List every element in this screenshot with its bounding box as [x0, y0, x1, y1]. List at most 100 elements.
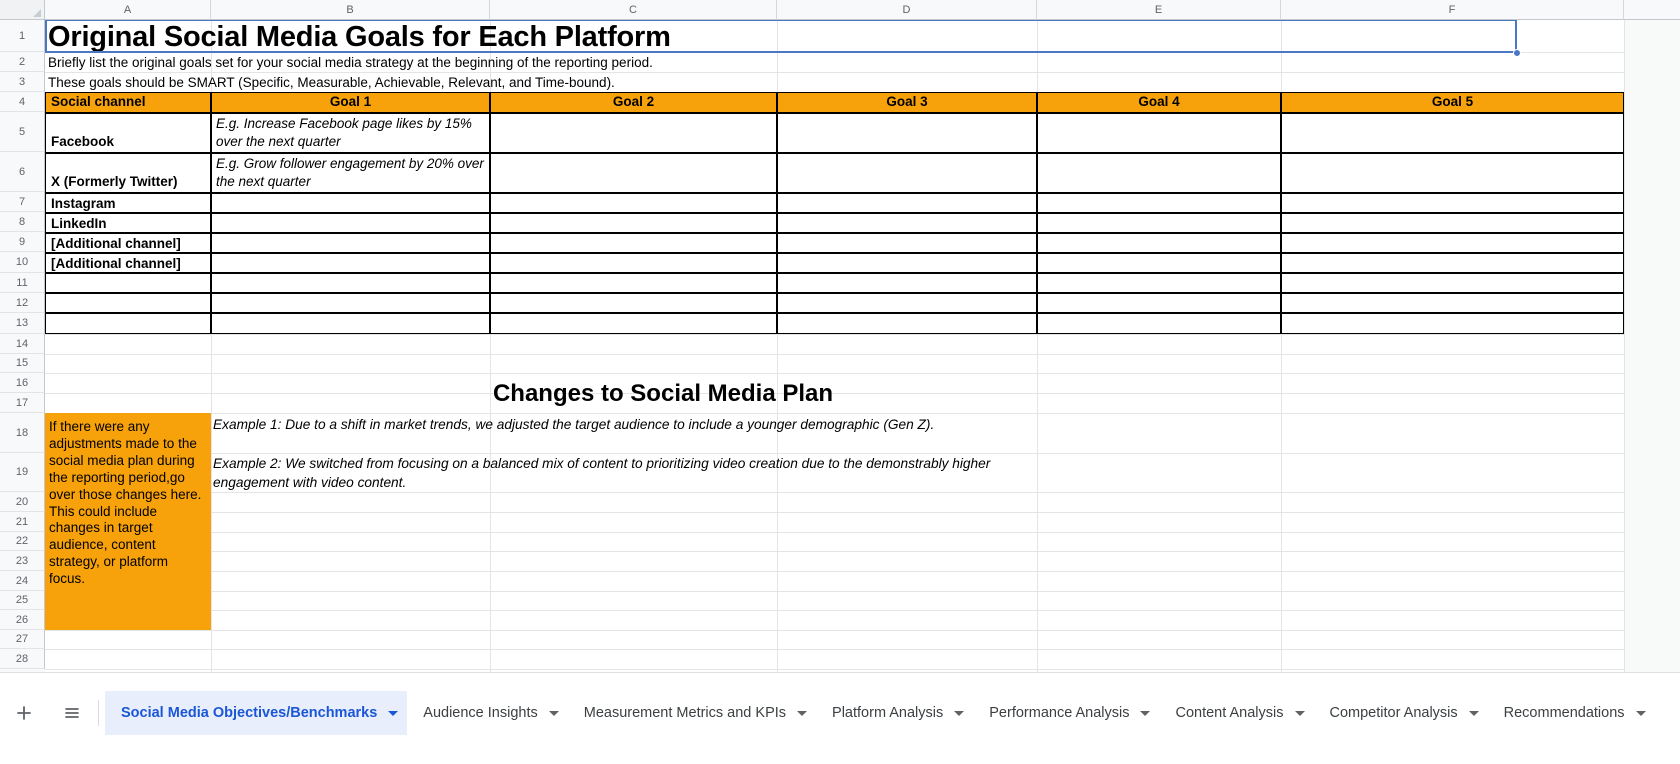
spreadsheet-grid[interactable]: A B C D E F 1 2 3 4 5 6 7 8 9 10 11 12 13 14 15 16 17 18 1… — [0, 0, 1680, 672]
row-header-7[interactable]: 7 — [0, 192, 45, 212]
column-header-c[interactable]: C — [490, 0, 777, 20]
goal-cell-blank-r11-c5[interactable] — [1281, 273, 1624, 293]
row-header-3[interactable]: 3 — [0, 72, 45, 92]
goal-cell-additional1-goal3[interactable] — [777, 233, 1037, 253]
selection-fill-handle[interactable] — [1513, 49, 1521, 57]
goal-cell-additional2-goal2[interactable] — [490, 253, 777, 273]
chevron-down-icon[interactable] — [797, 710, 808, 716]
goal-cell-additional1-goal1[interactable] — [211, 233, 490, 253]
table-row[interactable]: Facebook — [45, 113, 211, 153]
section2-sidenote[interactable]: If there were any adjustments made to th… — [45, 413, 211, 630]
row-header-12[interactable]: 12 — [0, 293, 45, 313]
row-header-6[interactable]: 6 — [0, 152, 45, 192]
goal-cell-instagram-goal1[interactable] — [211, 193, 490, 213]
goal-cell-blank-r12-c2[interactable] — [490, 293, 777, 313]
row-header-5[interactable]: 5 — [0, 112, 45, 152]
row-header-10[interactable]: 10 — [0, 252, 45, 273]
goal-cell-additional2-goal1[interactable] — [211, 253, 490, 273]
goal-cell-blank-r11-c3[interactable] — [777, 273, 1037, 293]
row-header-17[interactable]: 17 — [0, 393, 45, 413]
goal-cell-blank-r12-c1[interactable] — [211, 293, 490, 313]
goal-cell-x-goal1[interactable]: E.g. Grow follower engagement by 20% ove… — [211, 153, 490, 193]
all-sheets-button[interactable] — [48, 691, 96, 735]
row-header-14[interactable]: 14 — [0, 334, 45, 354]
table-header-goal-5[interactable]: Goal 5 — [1281, 92, 1624, 113]
row-header-28[interactable]: 28 — [0, 649, 45, 669]
goal-cell-blank-r12-c4[interactable] — [1037, 293, 1281, 313]
goal-cell-x-goal2[interactable] — [490, 153, 777, 193]
goal-cell-blank-r12-c5[interactable] — [1281, 293, 1624, 313]
table-row[interactable]: Instagram — [45, 193, 211, 213]
chevron-down-icon[interactable] — [548, 710, 559, 716]
table-header-goal-4[interactable]: Goal 4 — [1037, 92, 1281, 113]
column-header-f[interactable]: F — [1281, 0, 1624, 20]
sheet-tab-8[interactable]: Recommendations — [1488, 691, 1655, 735]
goal-cell-blank-r13-c5[interactable] — [1281, 313, 1624, 334]
goal-cell-blank-r13-c2[interactable] — [490, 313, 777, 334]
table-header-goal-1[interactable]: Goal 1 — [211, 92, 490, 113]
goal-cell-additional1-goal2[interactable] — [490, 233, 777, 253]
section1-description-line2[interactable]: These goals should be SMART (Specific, M… — [48, 74, 615, 91]
goal-cell-instagram-goal2[interactable] — [490, 193, 777, 213]
goal-cell-facebook-goal3[interactable] — [777, 113, 1037, 153]
row-header-24[interactable]: 24 — [0, 571, 45, 591]
sheet-tab-6[interactable]: Content Analysis — [1159, 691, 1313, 735]
goal-cell-facebook-goal2[interactable] — [490, 113, 777, 153]
table-row[interactable] — [45, 293, 211, 313]
sheet-tab-7[interactable]: Competitor Analysis — [1314, 691, 1488, 735]
goal-cell-facebook-goal1[interactable]: E.g. Increase Facebook page likes by 15%… — [211, 113, 490, 153]
row-header-19[interactable]: 19 — [0, 453, 45, 492]
goal-cell-x-goal5[interactable] — [1281, 153, 1624, 193]
goal-cell-linkedin-goal2[interactable] — [490, 213, 777, 233]
goal-cell-blank-r11-c1[interactable] — [211, 273, 490, 293]
chevron-down-icon[interactable] — [1635, 710, 1646, 716]
chevron-down-icon[interactable] — [1140, 710, 1151, 716]
chevron-down-icon[interactable] — [1468, 710, 1479, 716]
row-header-2[interactable]: 2 — [0, 52, 45, 72]
goal-cell-blank-r11-c4[interactable] — [1037, 273, 1281, 293]
row-header-13[interactable]: 13 — [0, 313, 45, 334]
goal-cell-facebook-goal5[interactable] — [1281, 113, 1624, 153]
section2-title[interactable]: Changes to Social Media Plan — [45, 373, 1281, 413]
goal-cell-additional1-goal5[interactable] — [1281, 233, 1624, 253]
add-sheet-button[interactable] — [0, 691, 48, 735]
row-header-22[interactable]: 22 — [0, 532, 45, 551]
goal-cell-instagram-goal5[interactable] — [1281, 193, 1624, 213]
section2-example-2[interactable]: Example 2: We switched from focusing on … — [213, 455, 1023, 492]
sheet-tab-2[interactable]: Audience Insights — [407, 691, 567, 735]
row-header-9[interactable]: 9 — [0, 232, 45, 252]
goal-cell-additional2-goal5[interactable] — [1281, 253, 1624, 273]
row-header-21[interactable]: 21 — [0, 512, 45, 532]
table-row[interactable] — [45, 273, 211, 293]
goal-cell-additional1-goal4[interactable] — [1037, 233, 1281, 253]
row-header-18[interactable]: 18 — [0, 413, 45, 453]
chevron-down-icon[interactable] — [388, 710, 399, 716]
table-row[interactable] — [45, 313, 211, 334]
row-header-26[interactable]: 26 — [0, 610, 45, 630]
table-row[interactable]: [Additional channel] — [45, 253, 211, 273]
table-row[interactable]: LinkedIn — [45, 213, 211, 233]
table-row[interactable]: [Additional channel] — [45, 233, 211, 253]
section2-example-1[interactable]: Example 1: Due to a shift in market tren… — [213, 416, 1023, 435]
row-header-27[interactable]: 27 — [0, 630, 45, 649]
row-header-1[interactable]: 1 — [0, 20, 45, 52]
row-header-8[interactable]: 8 — [0, 212, 45, 232]
row-header-11[interactable]: 11 — [0, 273, 45, 293]
section1-description-line1[interactable]: Briefly list the original goals set for … — [48, 54, 653, 71]
goal-cell-blank-r13-c3[interactable] — [777, 313, 1037, 334]
goal-cell-linkedin-goal3[interactable] — [777, 213, 1037, 233]
column-header-e[interactable]: E — [1037, 0, 1281, 20]
goal-cell-blank-r11-c2[interactable] — [490, 273, 777, 293]
goal-cell-additional2-goal3[interactable] — [777, 253, 1037, 273]
goal-cell-instagram-goal4[interactable] — [1037, 193, 1281, 213]
section1-title[interactable]: Original Social Media Goals for Each Pla… — [48, 20, 1518, 53]
sheet-canvas[interactable]: Original Social Media Goals for Each Pla… — [45, 20, 1680, 672]
row-header-23[interactable]: 23 — [0, 551, 45, 571]
goal-cell-blank-r12-c3[interactable] — [777, 293, 1037, 313]
row-header-20[interactable]: 20 — [0, 492, 45, 512]
row-header-25[interactable]: 25 — [0, 591, 45, 610]
goal-cell-linkedin-goal5[interactable] — [1281, 213, 1624, 233]
column-header-a[interactable]: A — [45, 0, 211, 20]
row-header-15[interactable]: 15 — [0, 354, 45, 373]
goal-cell-instagram-goal3[interactable] — [777, 193, 1037, 213]
